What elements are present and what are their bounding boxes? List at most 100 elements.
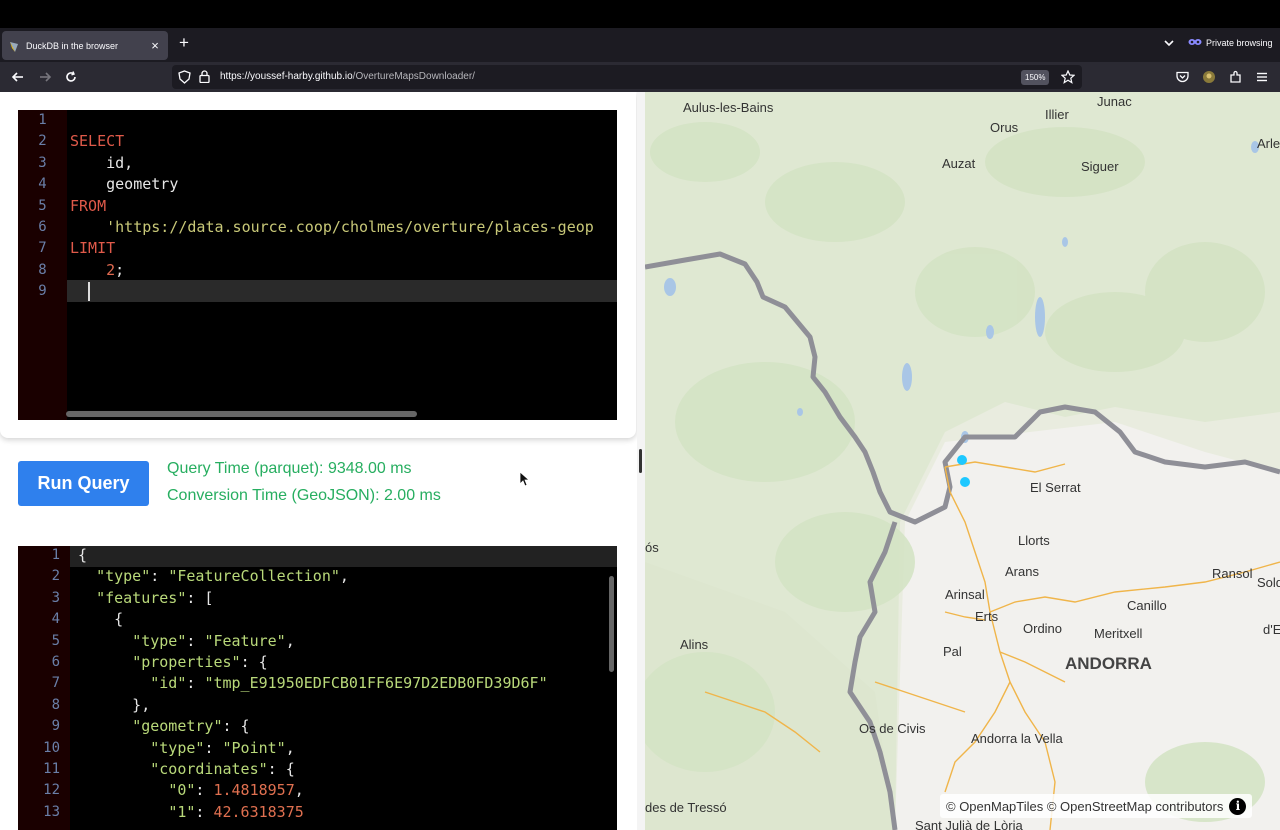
line-number: 4 — [51, 611, 60, 628]
place-label: Auzat — [942, 156, 976, 171]
url-text[interactable]: https://youssef-harby.github.io/Overture… — [220, 71, 475, 82]
line-number: 5 — [51, 632, 60, 649]
pocket-icon[interactable] — [1173, 68, 1191, 86]
tab-bar: DuckDB in the browser × + Private browsi… — [0, 28, 1280, 62]
line-number: 6 — [51, 654, 60, 670]
place-label: Solde — [1257, 575, 1280, 590]
attribution-text[interactable]: © OpenMapTiles © OpenStreetMap contribut… — [946, 799, 1223, 814]
json-line: { — [78, 610, 124, 629]
active-line-highlight — [18, 546, 617, 567]
list-all-tabs-icon[interactable] — [1161, 35, 1177, 51]
place-label: Arans — [1005, 564, 1039, 579]
code-line: LIMIT — [70, 239, 116, 258]
json-line: "features": [ — [96, 588, 214, 607]
result-point-marker[interactable] — [960, 477, 970, 487]
new-tab-button[interactable]: + — [176, 33, 192, 53]
query-time-text: Query Time (parquet): 9348.00 ms — [167, 460, 412, 477]
bookmark-star-icon[interactable] — [1060, 69, 1076, 89]
place-label: Os de Civis — [859, 721, 926, 736]
line-number: 12 — [43, 782, 60, 799]
code-line: 2; — [106, 260, 125, 279]
address-bar[interactable]: https://youssef-harby.github.io/Overture… — [172, 65, 1082, 89]
place-label: Arles — [1257, 136, 1280, 151]
lock-icon[interactable] — [199, 70, 210, 88]
place-label: Pal — [943, 644, 962, 659]
map-canvas — [645, 92, 1280, 830]
line-number: 2 — [51, 568, 60, 585]
code-line: SELECT — [70, 132, 125, 151]
url-path: /OvertureMapsDownloader/ — [352, 71, 475, 82]
place-label: Canillo — [1127, 598, 1167, 613]
json-line: "1": 42.6318375 — [168, 802, 304, 821]
place-label: Ransol — [1212, 566, 1253, 581]
text-cursor — [88, 282, 90, 301]
forward-arrow-icon[interactable] — [36, 68, 54, 86]
vertical-scrollbar[interactable] — [609, 576, 614, 672]
navigation-toolbar: https://youssef-harby.github.io/Overture… — [0, 62, 1280, 92]
run-query-button[interactable]: Run Query — [18, 461, 149, 506]
line-number: 2 — [38, 133, 47, 150]
json-line: "0": 1.4818957, — [168, 781, 304, 800]
line-number: 13 — [43, 803, 60, 820]
split-handle[interactable] — [639, 449, 642, 473]
tab-close-icon[interactable]: × — [148, 38, 162, 53]
line-number: 6 — [38, 219, 47, 235]
code-line: id, — [70, 153, 134, 172]
json-line: "properties": { — [132, 653, 268, 671]
line-number: 8 — [38, 261, 47, 278]
place-label: Siguer — [1081, 159, 1119, 174]
map-attribution: © OpenMapTiles © OpenStreetMap contribut… — [940, 794, 1253, 818]
private-mask-icon — [1188, 37, 1202, 49]
conversion-time-text: Conversion Time (GeoJSON): 2.00 ms — [167, 487, 441, 504]
line-number: 9 — [51, 718, 60, 735]
query-editor-card: 1 2 3 4 5 6 7 8 9 SELECT id, geometry FROM 'https:… — [0, 92, 636, 438]
browser-tab[interactable]: DuckDB in the browser × — [2, 31, 168, 60]
line-number: 9 — [38, 283, 47, 300]
extensions-puzzle-icon[interactable] — [1227, 68, 1245, 86]
tracking-shield-icon[interactable] — [178, 70, 191, 89]
place-label: ANDORRA — [1065, 654, 1152, 673]
reload-icon[interactable] — [62, 68, 80, 86]
json-line: "type": "FeatureCollection", — [96, 567, 349, 586]
place-label: Alins — [680, 637, 709, 652]
info-icon[interactable]: i — [1229, 797, 1247, 815]
place-label: Orus — [990, 120, 1019, 135]
json-line: "type": "Point", — [150, 738, 295, 757]
json-line: "coordinates": { — [150, 760, 295, 778]
place-label: Llorts — [1018, 533, 1050, 548]
json-line: "type": "Feature", — [132, 631, 295, 650]
zoom-level-badge[interactable]: 150% — [1021, 70, 1050, 85]
place-label: Meritxell — [1094, 626, 1143, 641]
code-line: 'https://data.source.coop/cholmes/overtu… — [70, 218, 594, 236]
result-point-marker[interactable] — [957, 455, 967, 465]
map-view[interactable]: Aulus-les-Bains Junac Orus Illier Auzat Sigue… — [645, 92, 1280, 830]
active-line-highlight — [18, 280, 617, 302]
place-label: Sant Julià de Lòria — [915, 818, 1023, 830]
mouse-pointer-icon — [519, 471, 531, 488]
sql-editor[interactable]: 1 2 3 4 5 6 7 8 9 SELECT id, geometry FROM 'https:… — [18, 110, 617, 420]
line-number: 10 — [43, 739, 60, 756]
line-number: 8 — [51, 696, 60, 713]
json-line: "id": "tmp_E91950EDFCB01FF6E97D2EDB0FD39… — [150, 674, 548, 693]
private-browsing-label: Private browsing — [1206, 38, 1273, 48]
private-browsing-indicator: Private browsing — [1188, 37, 1273, 49]
app-menu-icon[interactable] — [1253, 68, 1271, 86]
place-label: Erts — [975, 609, 999, 624]
url-host: https://youssef-harby.github.io — [220, 71, 353, 82]
place-label: Andorra la Vella — [971, 731, 1063, 746]
place-label: El Serrat — [1030, 480, 1081, 495]
tab-title: DuckDB in the browser — [26, 40, 119, 51]
extension-avatar-icon[interactable] — [1200, 68, 1218, 86]
geojson-output-editor[interactable]: 1 2 3 4 5 6 7 8 9 10 11 12 13{ "type": "FeatureColle… — [18, 546, 617, 830]
place-label: Ordino — [1023, 621, 1063, 636]
code-line: geometry — [70, 175, 179, 194]
horizontal-scrollbar[interactable] — [66, 411, 417, 417]
place-label: d'E — [1263, 622, 1280, 637]
duckdb-favicon-icon — [8, 40, 20, 52]
back-arrow-icon[interactable] — [9, 68, 27, 86]
line-number: 11 — [43, 761, 60, 777]
line-number: 5 — [38, 197, 47, 214]
json-line: }, — [78, 695, 151, 714]
line-number: 3 — [51, 589, 60, 606]
line-number: 1 — [38, 112, 47, 128]
